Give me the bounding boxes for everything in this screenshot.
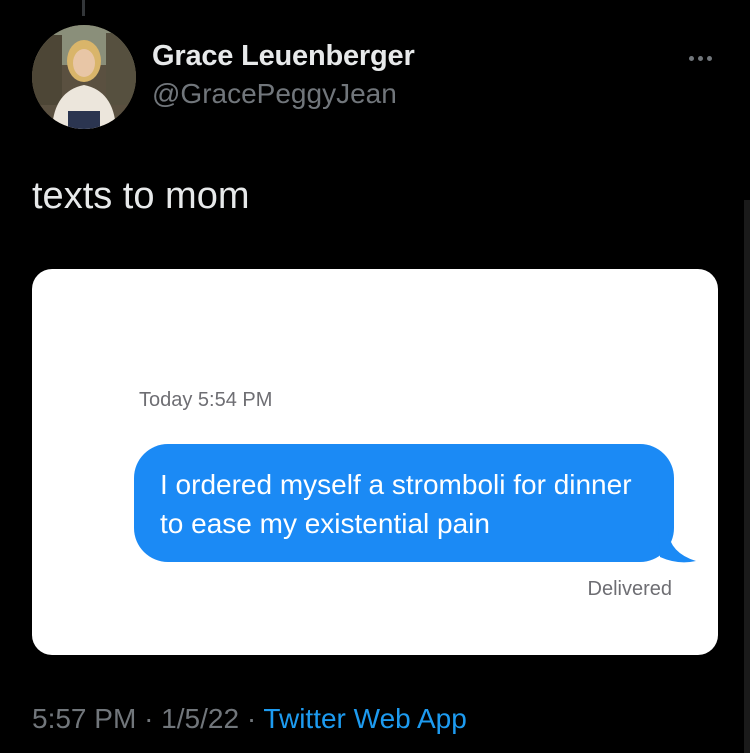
avatar[interactable] — [32, 25, 136, 129]
tweet-media-image[interactable]: Today 5:54 PM I ordered myself a strombo… — [32, 269, 718, 655]
tweet-source-link[interactable]: Twitter Web App — [263, 703, 466, 734]
meta-separator: · — [144, 703, 154, 734]
tweet-metadata: 5:57 PM · 1/5/22 · Twitter Web App — [32, 703, 467, 735]
more-horizontal-icon-dot — [706, 55, 712, 61]
more-options-button[interactable] — [680, 44, 720, 72]
message-timestamp: Today 5:54 PM — [139, 389, 273, 411]
more-horizontal-icon-dot — [697, 55, 703, 61]
author-name[interactable]: Grace Leuenberger — [152, 40, 415, 73]
message-bubble-tail — [658, 531, 696, 563]
scrollbar-track[interactable] — [744, 200, 750, 753]
delivery-status: Delivered — [587, 578, 672, 600]
more-horizontal-icon-dot — [688, 55, 694, 61]
tweet-time[interactable]: 5:57 PM — [32, 703, 136, 734]
tweet-text: texts to mom — [32, 175, 250, 217]
meta-separator: · — [246, 703, 257, 734]
message-text: I ordered myself a stromboli for dinner … — [160, 469, 632, 539]
avatar-photo — [32, 25, 136, 129]
thread-connector-line — [82, 0, 85, 16]
tweet-date[interactable]: 1/5/22 — [161, 703, 239, 734]
author-handle[interactable]: @GracePeggyJean — [152, 78, 397, 110]
